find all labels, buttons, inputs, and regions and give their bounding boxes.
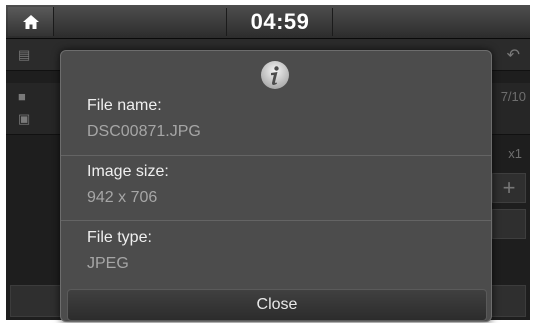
file-name-value: DSC00871.JPG — [87, 123, 201, 140]
status-bar-separator — [332, 8, 333, 36]
file-type-value: JPEG — [87, 255, 129, 272]
image-size-field: Image size: 942 x 706 — [61, 157, 491, 221]
close-button[interactable]: Close — [67, 289, 487, 321]
image-counter: 7/10 — [500, 89, 526, 104]
file-type-label: File type: — [87, 229, 152, 246]
status-bar: 04:59 — [6, 5, 530, 39]
divider — [61, 220, 491, 221]
divider — [61, 155, 491, 156]
home-icon — [22, 14, 39, 29]
image-size-label: Image size: — [87, 163, 169, 180]
zoom-level: x1 — [508, 146, 522, 161]
home-button[interactable] — [8, 7, 54, 36]
zoom-out-button[interactable] — [492, 209, 526, 239]
info-icon — [261, 61, 289, 89]
file-info-dialog: File name: DSC00871.JPG Image size: 942 … — [60, 50, 492, 322]
status-bar-separator — [226, 8, 227, 36]
clock: 04:59 — [250, 9, 310, 34]
image-size-value: 942 x 706 — [87, 189, 158, 206]
file-name-label: File name: — [87, 97, 162, 114]
zoom-in-symbol: + — [502, 175, 516, 200]
image-icon: ▣ — [18, 111, 31, 126]
usb-icon: ▤ — [18, 47, 31, 62]
back-icon[interactable]: ↶ — [507, 45, 520, 65]
file-type-field: File type: JPEG — [61, 223, 491, 287]
zoom-in-button[interactable]: + — [492, 173, 526, 203]
file-name-field: File name: DSC00871.JPG — [61, 91, 491, 155]
folder-icon: ■ — [18, 89, 26, 104]
